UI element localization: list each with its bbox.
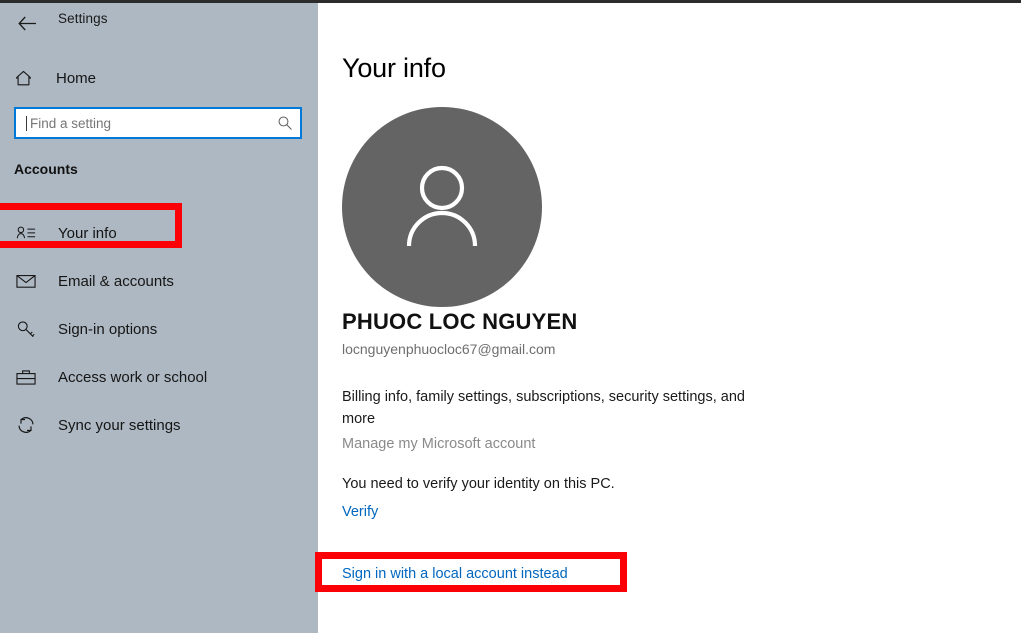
envelope-icon	[16, 273, 46, 289]
home-icon	[14, 69, 54, 88]
user-card-icon	[16, 225, 46, 241]
sidebar-item-signin-options-label: Sign-in options	[58, 320, 158, 338]
sidebar-item-email-accounts[interactable]: Email & accounts	[0, 257, 318, 305]
billing-info-text: Billing info, family settings, subscript…	[342, 389, 745, 427]
verify-link[interactable]: Verify	[342, 504, 378, 520]
titlebar-left: Settings	[0, 3, 318, 43]
sidebar-item-sync-settings[interactable]: Sync your settings	[0, 401, 318, 449]
user-email: locnguyenphuocloc67@gmail.com	[342, 341, 556, 357]
back-arrow-icon	[17, 16, 36, 30]
sidebar-section-heading: Accounts	[14, 161, 78, 177]
sidebar-item-access-work-school-label: Access work or school	[58, 368, 208, 386]
sidebar-item-your-info-label: Your info	[58, 224, 117, 242]
page-title: Your info	[342, 53, 446, 83]
sidebar-item-email-accounts-label: Email & accounts	[58, 272, 174, 290]
key-icon	[16, 320, 46, 339]
sidebar-item-home[interactable]: Home	[0, 61, 318, 95]
main-content: Your info PHUOC LOC NGUYEN locnguyenphuo…	[318, 3, 1021, 633]
back-button[interactable]	[10, 8, 44, 38]
verify-identity-text: You need to verify your identity on this…	[342, 476, 615, 492]
window-top-border	[0, 0, 1021, 3]
sign-in-local-account-link[interactable]: Sign in with a local account instead	[342, 566, 568, 582]
settings-window: Settings Home Accounts	[0, 0, 1021, 633]
search-box[interactable]	[14, 107, 302, 139]
user-name: PHUOC LOC NGUYEN	[342, 309, 578, 334]
search-input[interactable]	[27, 110, 270, 136]
manage-microsoft-account-link[interactable]: Manage my Microsoft account	[342, 436, 535, 452]
sidebar-item-sync-settings-label: Sync your settings	[58, 416, 181, 434]
avatar[interactable]	[342, 107, 542, 307]
search-icon[interactable]	[270, 115, 300, 131]
briefcase-icon	[16, 369, 46, 386]
sidebar-item-home-label: Home	[56, 69, 97, 87]
window-title: Settings	[58, 11, 108, 26]
person-placeholder-icon	[406, 165, 478, 247]
sidebar-item-your-info[interactable]: Your info	[0, 209, 318, 257]
sidebar-nav-list: Your info Email & accounts Sign-in optio…	[0, 209, 318, 449]
sidebar-item-signin-options[interactable]: Sign-in options	[0, 305, 318, 353]
sidebar: Settings Home Accounts	[0, 3, 318, 633]
sync-icon	[16, 415, 46, 435]
sidebar-item-access-work-school[interactable]: Access work or school	[0, 353, 318, 401]
